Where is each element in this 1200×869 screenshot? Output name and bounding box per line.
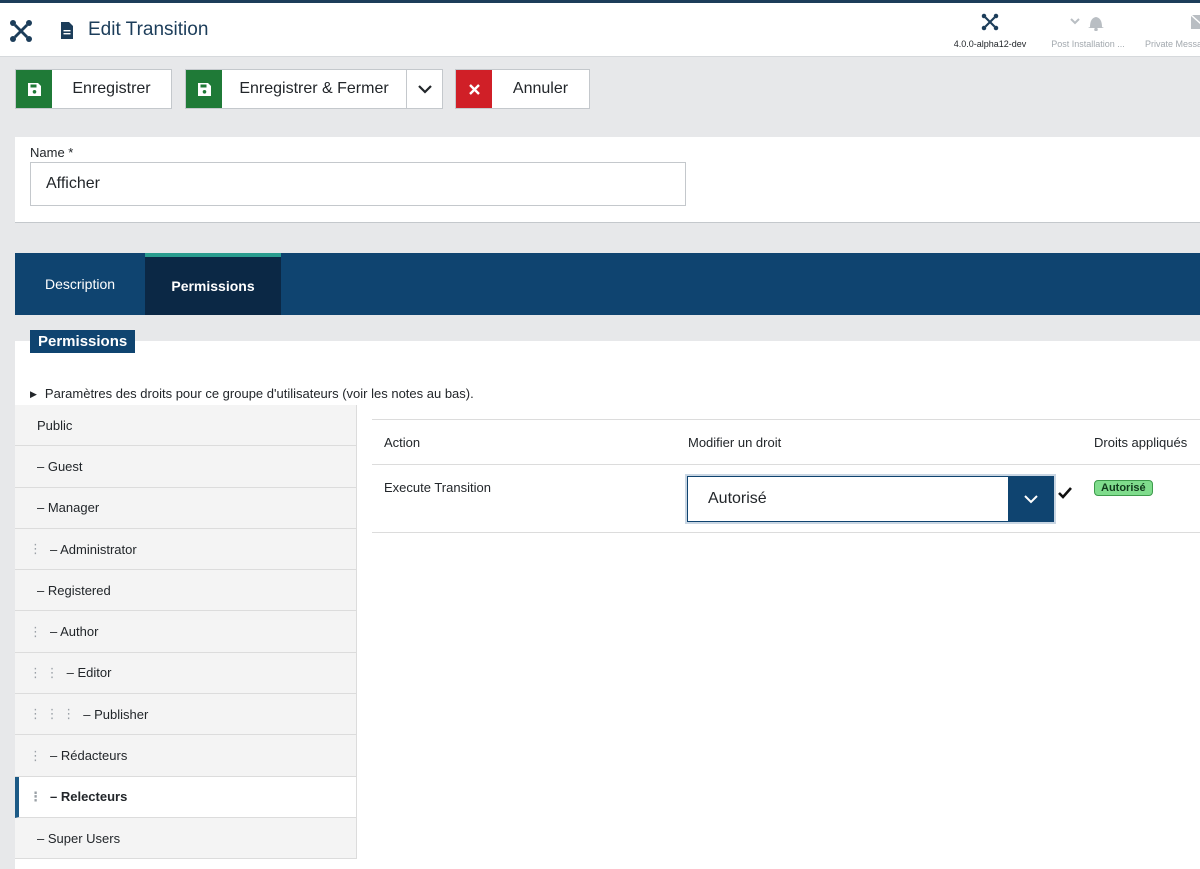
action-name: Execute Transition xyxy=(384,480,491,495)
save-icon xyxy=(186,70,222,108)
cancel-button[interactable]: Annuler xyxy=(455,69,590,109)
column-header-applied: Droits appliqués xyxy=(1094,435,1188,450)
tab-permissions[interactable]: Permissions xyxy=(145,253,281,315)
save-icon xyxy=(16,70,52,108)
joomla-icon xyxy=(981,13,999,31)
column-header-action: Action xyxy=(384,435,421,450)
joomla-logo-icon[interactable] xyxy=(9,19,33,43)
app-header: Edit Transition 4.0.0-alpha12-dev Post I… xyxy=(0,3,1200,57)
name-label: Name * xyxy=(30,145,74,160)
group-tab-super-users[interactable]: – Super Users xyxy=(15,817,357,860)
permission-select[interactable]: Autorisé xyxy=(687,476,1054,522)
private-messages-link[interactable]: Private Messa xyxy=(1140,13,1200,49)
permission-select-value: Autorisé xyxy=(708,490,767,507)
group-tab-manager[interactable]: – Manager xyxy=(15,487,357,529)
envelope-icon xyxy=(1190,14,1200,29)
tab-bar: Description Permissions xyxy=(15,253,1200,315)
user-group-list: Public – Guest – Manager ⋮ – Administrato… xyxy=(15,405,357,860)
save-button[interactable]: Enregistrer xyxy=(15,69,172,109)
name-input[interactable] xyxy=(30,162,686,206)
save-close-button[interactable]: Enregistrer & Fermer xyxy=(185,69,407,109)
group-tab-redacteurs[interactable]: ⋮ – Rédacteurs xyxy=(15,735,357,777)
permissions-legend: Permissions xyxy=(30,330,136,353)
document-icon xyxy=(61,22,73,39)
save-options-dropdown-button[interactable] xyxy=(406,69,443,109)
group-tab-registered[interactable]: – Registered xyxy=(15,570,357,612)
column-header-modify: Modifier un droit xyxy=(688,435,782,450)
tab-description[interactable]: Description xyxy=(15,253,145,315)
cancel-label: Annuler xyxy=(512,80,569,97)
table-row: Execute Transition Autorisé Autorisé xyxy=(372,465,1200,533)
save-label: Enregistrer xyxy=(72,80,151,97)
chevron-down-icon xyxy=(1008,477,1053,521)
checkmark-icon xyxy=(1058,487,1072,499)
applied-permission-badge: Autorisé xyxy=(1094,480,1153,496)
group-tab-editor[interactable]: ⋮ ⋮ – Editor xyxy=(15,652,357,695)
close-icon xyxy=(456,70,492,108)
group-tab-guest[interactable]: – Guest xyxy=(15,446,357,488)
chevron-down-icon xyxy=(417,85,432,94)
disclosure-triangle-icon: ▶ xyxy=(30,389,37,399)
bell-icon xyxy=(1070,17,1104,32)
name-panel: Name * xyxy=(15,137,1200,223)
save-close-label: Enregistrer & Fermer xyxy=(239,80,389,97)
joomla-version-link[interactable]: 4.0.0-alpha12-dev xyxy=(950,13,1030,49)
post-installation-link[interactable]: Post Installation ... xyxy=(1046,13,1130,49)
group-tab-relecteurs[interactable]: ⋮ – Relecteurs xyxy=(15,776,357,818)
permissions-table: Action Modifier un droit Droits appliqué… xyxy=(372,419,1200,533)
permissions-notes-text: Paramètres des droits pour ce groupe d'u… xyxy=(44,386,474,401)
version-label: 4.0.0-alpha12-dev xyxy=(953,39,1027,49)
permissions-fieldset: Permissions ▶ Paramètres des droits pour … xyxy=(15,330,1200,869)
post-installation-label: Post Installation ... xyxy=(1051,39,1125,49)
table-header-row: Action Modifier un droit Droits appliqué… xyxy=(372,419,1200,465)
group-tab-administrator[interactable]: ⋮ – Administrator xyxy=(15,528,357,571)
group-tab-author[interactable]: ⋮ – Author xyxy=(15,611,357,653)
page-title: Edit Transition xyxy=(88,19,209,40)
permissions-notes-toggle[interactable]: ▶ Paramètres des droits pour ce groupe d'… xyxy=(30,386,474,401)
group-tab-public[interactable]: Public xyxy=(15,405,357,447)
private-messages-label: Private Messa xyxy=(1145,39,1200,49)
group-tab-publisher[interactable]: ⋮ ⋮ ⋮ – Publisher xyxy=(15,694,357,736)
